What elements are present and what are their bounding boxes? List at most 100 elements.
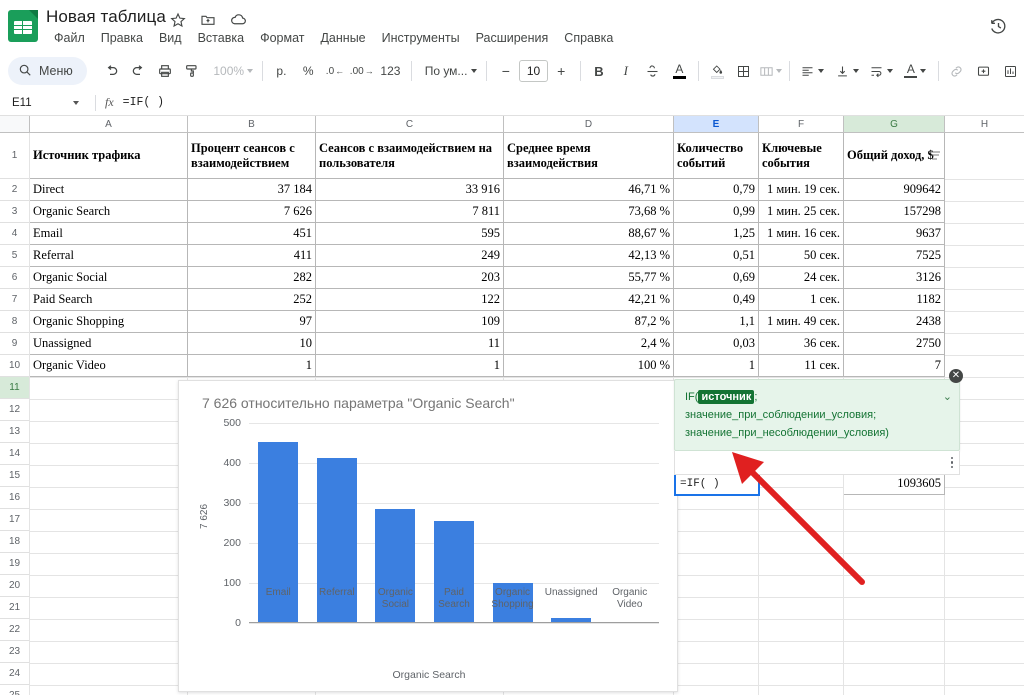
strikethrough-icon[interactable] xyxy=(640,58,665,84)
table-row-label[interactable]: Organic Video xyxy=(30,355,188,377)
row-header-5[interactable]: 5 xyxy=(0,245,30,267)
menu-item-edit[interactable]: Правка xyxy=(93,29,151,47)
chart-card[interactable]: 7 626 относительно параметра "Organic Se… xyxy=(178,380,678,692)
table-row-label[interactable]: Referral xyxy=(30,245,188,267)
more-options-icon[interactable] xyxy=(950,456,953,469)
table-cell[interactable]: 2750 xyxy=(844,333,945,355)
row-header-6[interactable]: 6 xyxy=(0,267,30,289)
menu-item-data[interactable]: Данные xyxy=(312,29,373,47)
table-cell[interactable]: 2,4 % xyxy=(504,333,674,355)
redo-icon[interactable] xyxy=(126,58,151,84)
table-cell[interactable]: 411 xyxy=(188,245,316,267)
table-cell[interactable]: 1,25 xyxy=(674,223,759,245)
column-header-b[interactable]: B xyxy=(188,116,316,133)
italic-button[interactable]: I xyxy=(613,58,638,84)
row-header-25[interactable]: 25 xyxy=(0,685,30,695)
vertical-align-icon[interactable] xyxy=(830,58,862,84)
table-cell[interactable]: 122 xyxy=(316,289,504,311)
table-cell[interactable]: 7 811 xyxy=(316,201,504,223)
row-header-14[interactable]: 14 xyxy=(0,443,30,465)
table-cell[interactable]: 1 мин. 19 сек. xyxy=(759,179,844,201)
row-header-18[interactable]: 18 xyxy=(0,531,30,553)
row-header-10[interactable]: 10 xyxy=(0,355,30,377)
table-cell[interactable]: 7525 xyxy=(844,245,945,267)
select-all-corner[interactable] xyxy=(0,116,30,133)
star-icon[interactable] xyxy=(170,12,186,28)
table-cell[interactable]: 0,03 xyxy=(674,333,759,355)
table-cell[interactable]: 249 xyxy=(316,245,504,267)
table-cell[interactable]: 1182 xyxy=(844,289,945,311)
table-header-cell[interactable]: Общий доход, $ xyxy=(844,133,945,179)
menu-item-format[interactable]: Формат xyxy=(252,29,312,47)
table-cell[interactable]: 0,79 xyxy=(674,179,759,201)
table-cell[interactable]: 33 916 xyxy=(316,179,504,201)
row-header-13[interactable]: 13 xyxy=(0,421,30,443)
row-header-15[interactable]: 15 xyxy=(0,465,30,487)
row-header-23[interactable]: 23 xyxy=(0,641,30,663)
table-cell[interactable]: 595 xyxy=(316,223,504,245)
decrease-decimal-button[interactable]: .0 ← xyxy=(323,58,348,84)
table-cell[interactable]: 1,1 xyxy=(674,311,759,333)
menu-item-extensions[interactable]: Расширения xyxy=(468,29,557,47)
decrease-font-size-button[interactable]: − xyxy=(493,58,518,84)
row-header-16[interactable]: 16 xyxy=(0,487,30,509)
increase-font-size-button[interactable]: + xyxy=(549,58,574,84)
move-to-folder-icon[interactable] xyxy=(200,12,216,28)
column-header-d[interactable]: D xyxy=(504,116,674,133)
table-cell[interactable]: 42,21 % xyxy=(504,289,674,311)
menu-item-view[interactable]: Вид xyxy=(151,29,190,47)
column-header-f[interactable]: F xyxy=(759,116,844,133)
table-cell[interactable]: 100 % xyxy=(504,355,674,377)
active-cell-e11[interactable]: =IF( ) xyxy=(674,472,760,496)
more-formats-button[interactable]: 123 xyxy=(376,58,405,84)
document-title[interactable]: Новая таблица xyxy=(46,7,166,27)
table-cell[interactable]: 87,2 % xyxy=(504,311,674,333)
table-cell[interactable]: 0,99 xyxy=(674,201,759,223)
table-header-cell[interactable]: Процент сеансов с взаимодействием xyxy=(188,133,316,179)
table-cell[interactable]: 88,67 % xyxy=(504,223,674,245)
row-header-17[interactable]: 17 xyxy=(0,509,30,531)
name-box[interactable]: E11 xyxy=(0,90,95,116)
menu-item-file[interactable]: Файл xyxy=(46,29,93,47)
filter-icon[interactable] xyxy=(929,151,940,160)
row-header-1[interactable]: 1 xyxy=(0,133,30,179)
table-cell[interactable]: 1 xyxy=(316,355,504,377)
table-row-label[interactable]: Organic Social xyxy=(30,267,188,289)
row-header-2[interactable]: 2 xyxy=(0,179,30,201)
table-row-label[interactable]: Direct xyxy=(30,179,188,201)
text-color-button[interactable]: A xyxy=(667,58,692,84)
table-cell[interactable]: 109 xyxy=(316,311,504,333)
row-header-11[interactable]: 11 xyxy=(0,377,30,399)
column-header-h[interactable]: H xyxy=(945,116,1024,133)
column-header-g[interactable]: G xyxy=(844,116,945,133)
table-cell[interactable]: 203 xyxy=(316,267,504,289)
font-family-selector[interactable]: По ум... xyxy=(417,58,482,84)
table-header-cell[interactable]: Количество событий xyxy=(674,133,759,179)
table-cell[interactable]: 1 сек. xyxy=(759,289,844,311)
column-header-e[interactable]: E xyxy=(674,116,759,133)
table-cell[interactable]: 97 xyxy=(188,311,316,333)
menu-item-insert[interactable]: Вставка xyxy=(190,29,252,47)
print-icon[interactable] xyxy=(153,58,178,84)
row-header-4[interactable]: 4 xyxy=(0,223,30,245)
chevron-down-icon[interactable]: ⌄ xyxy=(943,388,952,406)
table-header-cell[interactable]: Среднее время взаимодействия xyxy=(504,133,674,179)
row-header-7[interactable]: 7 xyxy=(0,289,30,311)
table-header-cell[interactable]: Ключевые события xyxy=(759,133,844,179)
formula-input[interactable]: =IF( ) xyxy=(123,96,1024,109)
table-cell[interactable]: 1 xyxy=(188,355,316,377)
menu-item-help[interactable]: Справка xyxy=(556,29,621,47)
text-wrap-icon[interactable] xyxy=(865,58,897,84)
table-cell[interactable]: 73,68 % xyxy=(504,201,674,223)
text-rotation-icon[interactable]: A xyxy=(899,58,931,84)
horizontal-align-icon[interactable] xyxy=(796,58,828,84)
close-icon[interactable]: ✕ xyxy=(949,369,963,383)
table-cell[interactable]: 451 xyxy=(188,223,316,245)
table-cell[interactable]: 7 626 xyxy=(188,201,316,223)
bold-button[interactable]: B xyxy=(587,58,612,84)
table-cell[interactable]: 11 xyxy=(316,333,504,355)
table-cell[interactable]: 1 мин. 49 сек. xyxy=(759,311,844,333)
table-cell[interactable]: 50 сек. xyxy=(759,245,844,267)
column-header-a[interactable]: A xyxy=(30,116,188,133)
column-header-c[interactable]: C xyxy=(316,116,504,133)
